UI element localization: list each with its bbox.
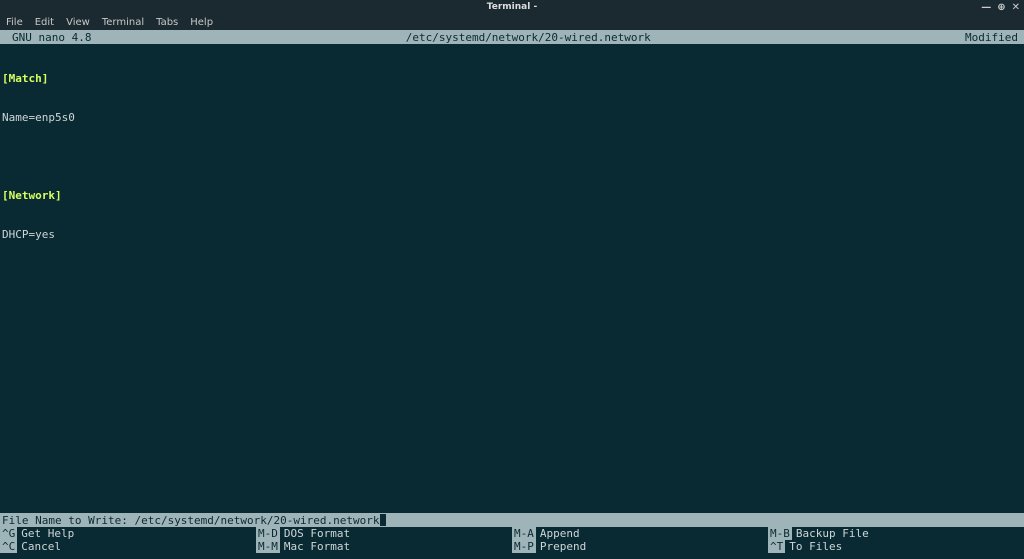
minimize-icon[interactable]: — [981,2,991,13]
window-controls: — ⊕ ✕ [981,2,1020,13]
nano-shortcut-bar: ^G Get Help M-D DOS Format M-A Append M-… [0,527,1024,553]
shortcut-label: Prepend [536,540,586,553]
menu-bar: File Edit View Terminal Tabs Help [0,14,1024,30]
shortcut-key: M-M [256,540,280,553]
shortcut-key: ^C [0,540,17,553]
window-title: Terminal - [487,2,537,12]
editor-area[interactable]: [Match] Name=enp5s0 [Network] DHCP=yes [0,44,1024,513]
shortcut-get-help[interactable]: ^G Get Help [0,527,256,540]
text-cursor [380,514,386,526]
shortcut-backup-file[interactable]: M-B Backup File [768,527,1024,540]
shortcut-key: ^G [0,527,17,540]
bottom-padding [0,553,1024,559]
editor-line: DHCP=yes [2,228,55,241]
shortcut-mac-format[interactable]: M-M Mac Format [256,540,512,553]
shortcut-key: M-P [512,540,536,553]
nano-modified-indicator: Modified [965,31,1022,44]
menu-edit[interactable]: Edit [35,17,54,28]
editor-line: [Network] [2,189,62,202]
shortcut-label: Cancel [17,540,61,553]
shortcut-prepend[interactable]: M-P Prepend [512,540,768,553]
shortcut-label: To Files [785,540,842,553]
nano-prompt-bar[interactable]: File Name to Write: /etc/systemd/network… [0,513,1024,527]
close-icon[interactable]: ✕ [1012,2,1020,13]
shortcut-key: M-B [768,527,792,540]
shortcut-label: DOS Format [280,527,350,540]
menu-terminal[interactable]: Terminal [102,17,144,28]
shortcut-key: M-A [512,527,536,540]
menu-tabs[interactable]: Tabs [156,17,178,28]
nano-filename: /etc/systemd/network/20-wired.network [91,31,965,44]
shortcut-key: M-D [256,527,280,540]
shortcut-label: Backup File [792,527,869,540]
shortcut-key: ^T [768,540,785,553]
window-titlebar: Terminal - — ⊕ ✕ [0,0,1024,14]
prompt-label: File Name to Write: [2,514,134,527]
menu-help[interactable]: Help [190,17,213,28]
shortcut-to-files[interactable]: ^T To Files [768,540,1024,553]
nano-title-bar: GNU nano 4.8 /etc/systemd/network/20-wir… [0,30,1024,44]
menu-view[interactable]: View [66,17,90,28]
shortcut-append[interactable]: M-A Append [512,527,768,540]
shortcut-label: Append [536,527,580,540]
menu-file[interactable]: File [6,17,23,28]
nano-version: GNU nano 4.8 [2,31,91,44]
shortcut-label: Mac Format [280,540,350,553]
editor-line: [Match] [2,72,48,85]
shortcut-cancel[interactable]: ^C Cancel [0,540,256,553]
shortcut-label: Get Help [17,527,74,540]
editor-line: Name=enp5s0 [2,111,75,124]
shortcut-dos-format[interactable]: M-D DOS Format [256,527,512,540]
filename-input[interactable]: /etc/systemd/network/20-wired.network [134,514,379,527]
maximize-icon[interactable]: ⊕ [997,2,1005,13]
